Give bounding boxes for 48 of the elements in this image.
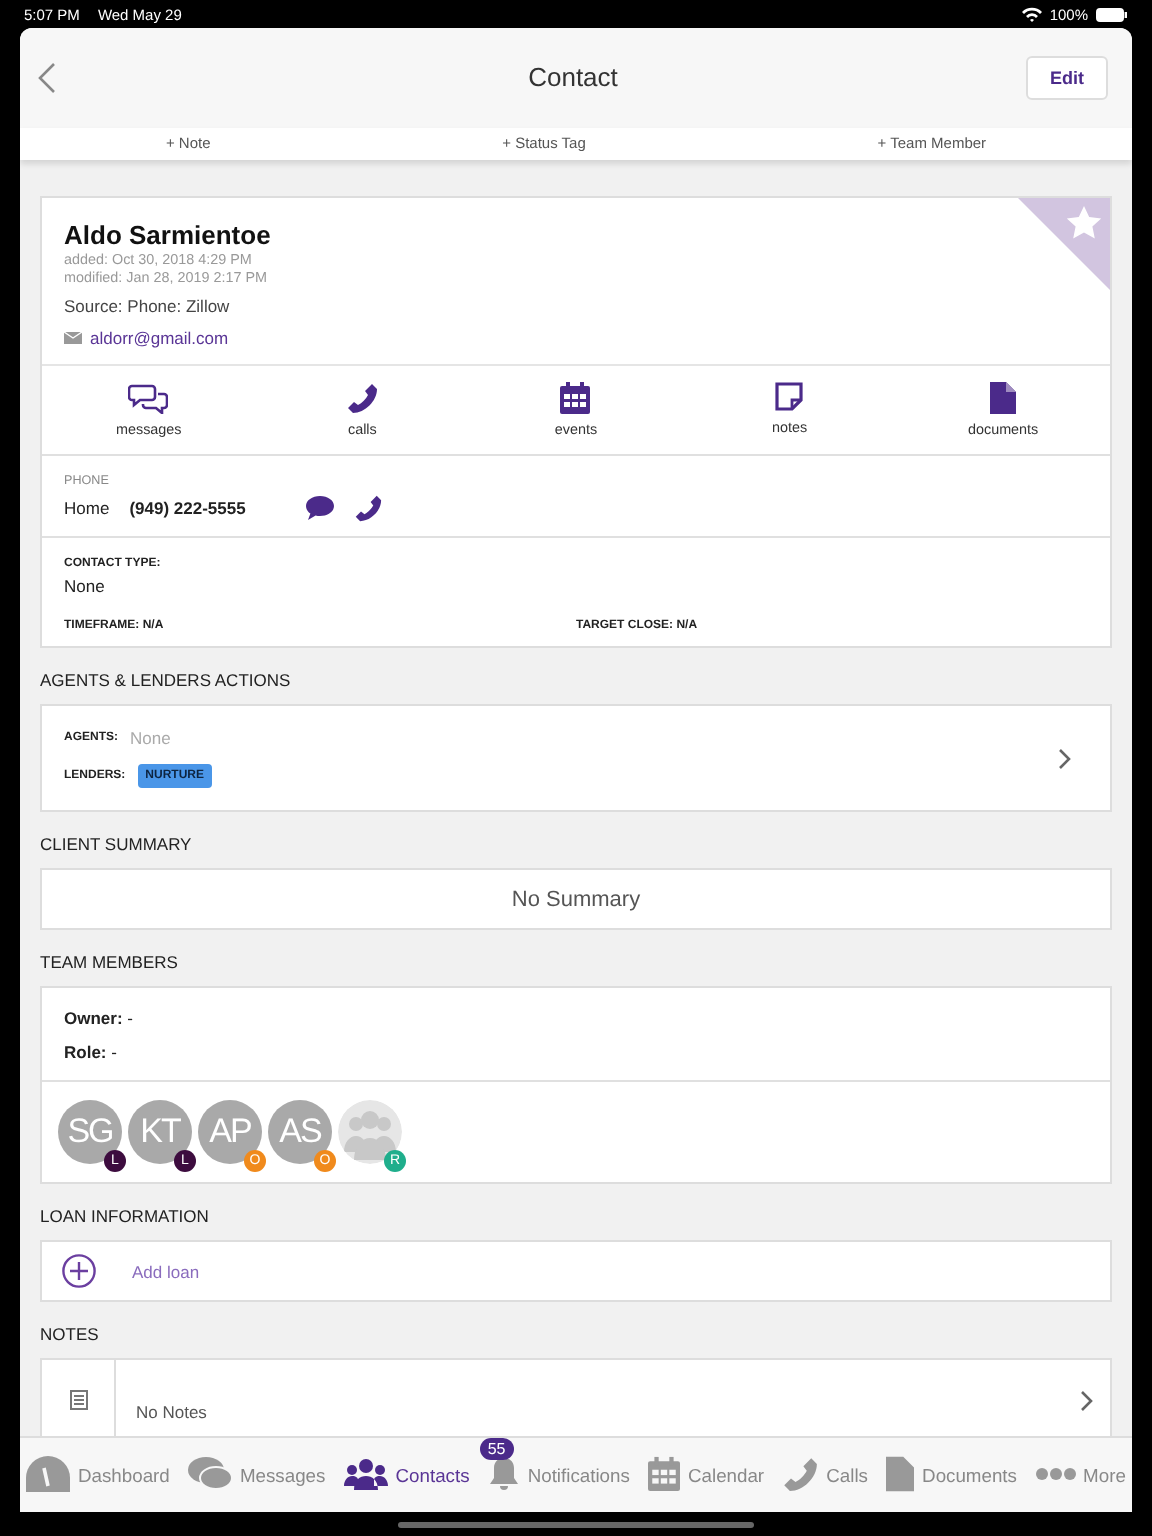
owner-value: -: [127, 1008, 133, 1029]
contact-name: Aldo Sarmientoe: [64, 220, 273, 251]
notes-row[interactable]: No Notes: [40, 1358, 1112, 1436]
battery-icon: [1096, 7, 1128, 21]
people-icon: [343, 1458, 388, 1491]
chevron-right-icon: [1080, 1389, 1094, 1412]
document-icon: [886, 1456, 915, 1493]
phone-icon[interactable]: [353, 494, 382, 523]
role-label: Role:: [64, 1042, 107, 1063]
favorite-star-icon[interactable]: [1018, 198, 1110, 291]
source-label: Source:: [64, 296, 123, 317]
owner-label: Owner:: [64, 1008, 123, 1029]
section-heading: AGENTS & LENDERS ACTIONS: [40, 668, 293, 695]
role-value: -: [111, 1042, 117, 1063]
calendar-icon: [648, 1456, 680, 1493]
tab-bar-item[interactable]: Contacts: [343, 1438, 470, 1511]
bell-icon: [487, 1456, 520, 1493]
phone-icon: [346, 382, 379, 415]
section-heading: CLIENT SUMMARY: [40, 832, 194, 859]
phone-number: (949) 222-5555: [129, 498, 246, 519]
section-heading: NOTES: [40, 1322, 101, 1349]
gauge-icon: [26, 1456, 70, 1493]
chat-bubbles-icon: [128, 382, 169, 415]
chat-bubbles-icon: [187, 1456, 232, 1493]
email-link[interactable]: aldorr@gmail.com: [90, 328, 229, 349]
plus-circle-icon: [62, 1254, 96, 1289]
phone-icon: [782, 1456, 819, 1493]
envelope-icon: [64, 332, 82, 345]
sticky-note-icon: [774, 382, 805, 413]
add-loan-row[interactable]: Add loan: [40, 1240, 1112, 1303]
calendar-icon: [560, 382, 591, 415]
notification-count-badge: 55: [479, 1438, 514, 1461]
phone-type: Home: [64, 498, 110, 519]
source-value: Phone: Zillow: [127, 296, 230, 317]
chevron-right-icon: [1058, 747, 1072, 770]
back-icon[interactable]: [38, 61, 56, 94]
contact-type-value: None: [64, 576, 107, 597]
page-title: Contact: [528, 62, 618, 93]
group-avatar-icon[interactable]: [338, 1100, 402, 1165]
document-icon: [990, 382, 1017, 415]
section-heading: TEAM MEMBERS: [40, 950, 180, 977]
note-icon: [69, 1390, 87, 1411]
section-heading: LOAN INFORMATION: [40, 1204, 211, 1231]
more-dots-icon: [1035, 1468, 1076, 1481]
summary-text: No Summary: [511, 887, 641, 912]
edit-button[interactable]: Edit: [1026, 55, 1108, 100]
wifi-icon: [1021, 6, 1042, 22]
chat-bubble-icon[interactable]: [305, 496, 334, 521]
